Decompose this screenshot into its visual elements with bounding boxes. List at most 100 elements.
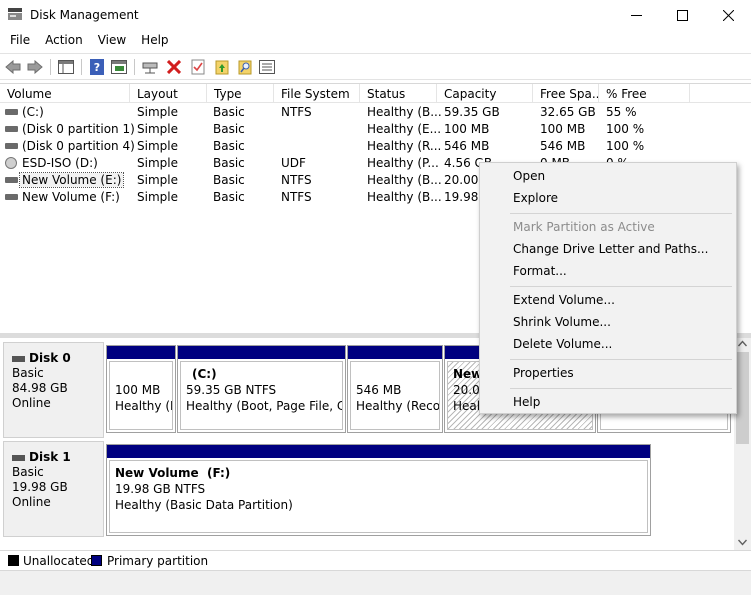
check-button[interactable] (189, 58, 207, 76)
volume-list-header: Volume Layout Type File System Status Ca… (0, 84, 751, 103)
partition-status: Healthy (Boot, Page File, Cras (186, 399, 342, 413)
menu-item-extend-volume[interactable]: Extend Volume... (480, 290, 736, 312)
menu-item-format[interactable]: Format... (480, 261, 736, 283)
settings-list-button[interactable] (258, 58, 276, 76)
menu-bar: File Action View Help (0, 30, 751, 52)
partition-f[interactable]: New Volume (F:) 19.98 GB NTFS Healthy (B… (106, 444, 651, 536)
column-header-status[interactable]: Status (360, 84, 437, 103)
drive-icon (5, 177, 18, 183)
menu-item-open[interactable]: Open (480, 166, 736, 188)
menu-separator (510, 388, 732, 389)
column-header-file-system[interactable]: File System (274, 84, 360, 103)
search-folder-button[interactable] (236, 58, 254, 76)
partition-disk0-4[interactable]: 546 MB Healthy (Recov (347, 345, 443, 433)
check-icon (191, 59, 205, 75)
forward-icon (27, 60, 43, 74)
cell-volume: (Disk 0 partition 4) (22, 139, 135, 153)
menu-file[interactable]: File (0, 30, 37, 52)
menu-help[interactable]: Help (133, 30, 175, 52)
cell-status: Healthy (P... (367, 156, 439, 170)
menu-item-properties[interactable]: Properties (480, 363, 736, 385)
menu-item-change-drive-letter[interactable]: Change Drive Letter and Paths... (480, 239, 736, 261)
close-icon (722, 9, 734, 21)
search-folder-icon (238, 60, 252, 75)
scroll-up-icon[interactable] (738, 340, 747, 348)
menu-separator (510, 359, 732, 360)
menu-item-explore[interactable]: Explore (480, 188, 736, 210)
toolbar-separator (50, 59, 51, 75)
cell-layout: Simple (137, 105, 178, 119)
menu-separator (510, 286, 732, 287)
primary-partition-bar (107, 346, 175, 359)
cell-type: Basic (213, 139, 245, 153)
cell-file-system: NTFS (281, 105, 312, 119)
menu-item-delete-volume[interactable]: Delete Volume... (480, 334, 736, 356)
connect-button[interactable] (141, 58, 159, 76)
minimize-icon (630, 14, 642, 16)
cd-drive-icon (5, 157, 17, 169)
disk-icon (12, 454, 25, 461)
cell-layout: Simple (137, 156, 178, 170)
legend-swatch-unallocated (8, 555, 19, 566)
cell-volume: New Volume (F:) (22, 190, 120, 204)
back-button[interactable] (4, 58, 22, 76)
maximize-button[interactable] (659, 0, 705, 30)
legend-label-unallocated: Unallocated (23, 554, 95, 568)
table-row[interactable]: (Disk 0 partition 4) Simple Basic Health… (0, 138, 751, 155)
connect-icon (142, 62, 158, 74)
window-title: Disk Management (30, 8, 139, 22)
help-button[interactable]: ? (88, 58, 106, 76)
cell-capacity: 546 MB (444, 139, 490, 153)
column-header-percent-free[interactable]: % Free (599, 84, 690, 103)
scroll-down-icon[interactable] (738, 538, 747, 546)
scrollbar-thumb[interactable] (736, 352, 749, 444)
menu-view[interactable]: View (90, 30, 133, 52)
partition-disk0-1[interactable]: 100 MB Healthy (E (106, 345, 176, 433)
disk-name: Disk 0 (29, 351, 71, 365)
minimize-button[interactable] (613, 0, 659, 30)
column-header-capacity[interactable]: Capacity (437, 84, 533, 103)
delete-button[interactable] (165, 58, 183, 76)
table-row[interactable]: (Disk 0 partition 1) Simple Basic Health… (0, 121, 751, 138)
column-header-type[interactable]: Type (207, 84, 274, 103)
svg-text:?: ? (94, 61, 100, 74)
forward-button[interactable] (26, 58, 44, 76)
partition-status: Healthy (Recov (356, 399, 440, 413)
show-hide-console-tree-button[interactable] (57, 58, 75, 76)
back-icon (5, 60, 21, 74)
cell-status: Healthy (E... (367, 122, 442, 136)
partition-c[interactable]: (C:) 59.35 GB NTFS Healthy (Boot, Page F… (177, 345, 346, 433)
cell-layout: Simple (137, 173, 178, 187)
close-button[interactable] (705, 0, 751, 30)
menu-item-shrink-volume[interactable]: Shrink Volume... (480, 312, 736, 334)
partition-status: Healthy (Basic Data Partition) (115, 498, 293, 512)
disk-0-label[interactable]: Disk 0 Basic 84.98 GB Online (3, 342, 104, 438)
cell-percent-free: 55 % (606, 105, 637, 119)
up-folder-button[interactable] (213, 58, 231, 76)
menu-item-help[interactable]: Help (480, 392, 736, 414)
cell-volume: New Volume (E:) (18, 172, 125, 188)
disk-state: Online (12, 396, 51, 410)
toolbar: ? (0, 53, 751, 80)
column-header-layout[interactable]: Layout (130, 84, 207, 103)
cell-free-space: 546 MB (540, 139, 586, 153)
cell-capacity: 59.35 GB (444, 105, 500, 119)
cell-status: Healthy (R... (367, 139, 442, 153)
column-header-volume[interactable]: Volume (0, 84, 130, 103)
cell-status: Healthy (B... (367, 190, 442, 204)
cell-file-system: NTFS (281, 173, 312, 187)
column-header-free-space[interactable]: Free Spa... (533, 84, 599, 103)
maximize-icon (676, 9, 688, 21)
disk-state: Online (12, 495, 51, 509)
disk-type: Basic (12, 465, 44, 479)
cell-type: Basic (213, 122, 245, 136)
properties-button[interactable] (110, 58, 128, 76)
drive-icon (5, 143, 18, 149)
disk-1-label[interactable]: Disk 1 Basic 19.98 GB Online (3, 441, 104, 537)
primary-partition-bar (348, 346, 442, 359)
menu-action[interactable]: Action (37, 30, 90, 52)
volume-list-icon (58, 60, 74, 74)
cell-layout: Simple (137, 190, 178, 204)
table-row[interactable]: (C:) Simple Basic NTFS Healthy (B... 59.… (0, 104, 751, 121)
drive-icon (5, 194, 18, 200)
